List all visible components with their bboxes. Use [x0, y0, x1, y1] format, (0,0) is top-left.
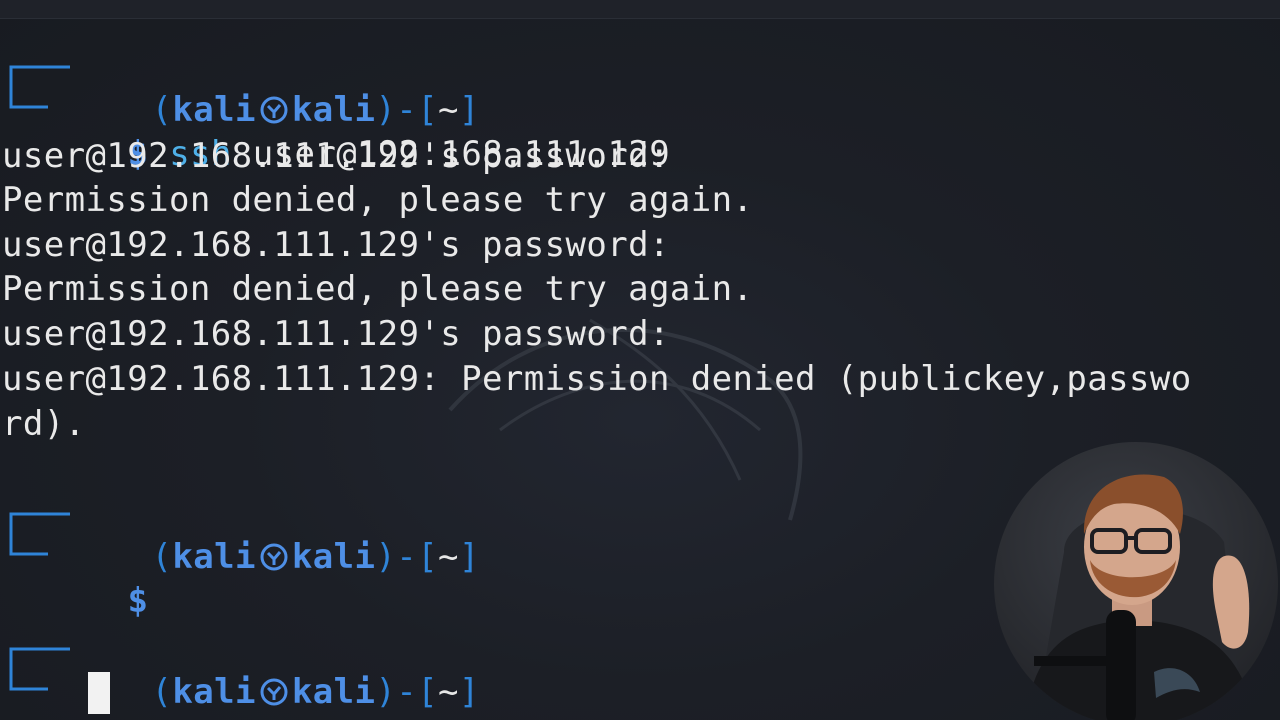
- webcam-overlay: [994, 442, 1278, 720]
- output-line: user@192.168.111.129: Permission denied …: [2, 359, 1192, 399]
- terminal-window[interactable]: (kali kali)-[~] $ ssh user@192.168.111.12…: [0, 0, 1280, 720]
- prompt-corner-bottom-1: [9, 82, 48, 109]
- prompt-symbol: $: [127, 716, 148, 720]
- command-line-1: $ ssh user@192.168.111.129: [44, 88, 670, 174]
- prompt-corner-bottom-3: [9, 664, 48, 691]
- window-top-bar: [0, 0, 1280, 19]
- prompt-user: kali: [172, 537, 256, 577]
- prompt-user: kali: [172, 672, 256, 712]
- output-line: Permission denied, please try again.: [2, 180, 754, 220]
- output-line: user@192.168.111.129's password:: [2, 225, 670, 265]
- prompt-host: kali: [291, 672, 376, 712]
- prompt-header-2: (kali kali)-[~]: [151, 537, 480, 577]
- prompt-host: kali: [291, 537, 376, 577]
- command-line-2: $: [44, 535, 148, 621]
- output-line: user@192.168.111.129's password:: [2, 314, 670, 354]
- prompt-header-1: (kali kali)-[~]: [151, 90, 480, 130]
- output-line: rd).: [2, 404, 86, 444]
- prompt-corner-bottom-2: [9, 529, 48, 556]
- prompt-dir: ~: [437, 537, 459, 577]
- kali-skull-icon: [260, 678, 288, 706]
- output-line: Permission denied, please try again.: [2, 269, 754, 309]
- text-cursor[interactable]: [88, 672, 110, 714]
- presenter-image: [1024, 474, 1255, 720]
- prompt-header-3: (kali kali)-[~]: [151, 672, 480, 712]
- prompt-symbol: $: [127, 581, 149, 621]
- kali-skull-icon: [260, 543, 288, 571]
- output-line: user@192.168.111.129's password:: [2, 136, 670, 176]
- prompt-dir: ~: [437, 672, 459, 712]
